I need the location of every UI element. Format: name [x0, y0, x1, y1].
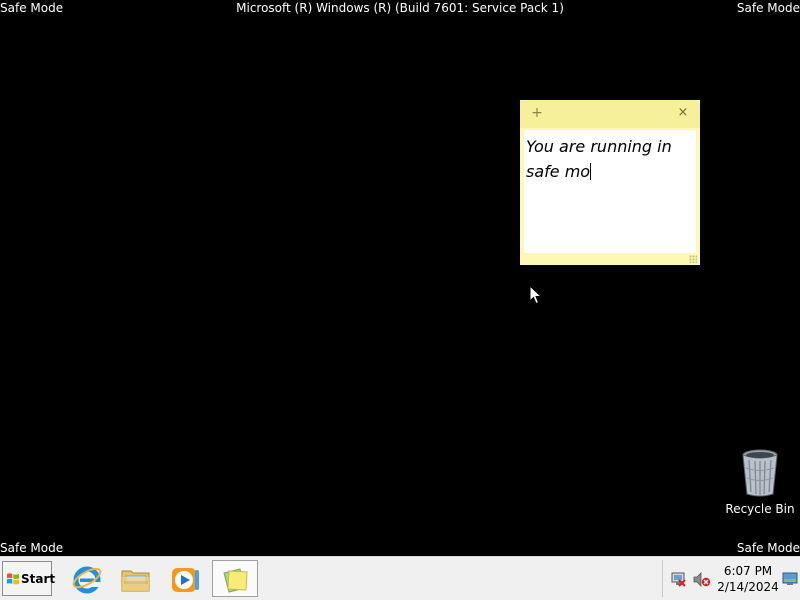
mouse-pointer-icon — [529, 285, 543, 305]
start-button[interactable]: Start — [2, 561, 56, 596]
start-label: Start — [21, 572, 56, 586]
resize-grip-icon[interactable] — [689, 255, 697, 263]
taskbar-internet-explorer-button[interactable] — [64, 560, 110, 597]
text-caret — [590, 163, 592, 180]
show-desktop-icon[interactable] — [782, 572, 798, 586]
network-disconnected-icon[interactable] — [669, 572, 687, 588]
taskbar-media-player-button[interactable] — [162, 560, 208, 597]
media-player-icon — [172, 568, 199, 592]
windows-logo-icon — [7, 573, 19, 585]
taskbar-sticky-notes-button[interactable] — [212, 560, 258, 597]
folder-icon — [121, 570, 150, 592]
desktop: Safe Mode Microsoft (R) Windows (R) (Bui… — [0, 0, 800, 600]
safe-mode-label-bottom-left: Safe Mode — [0, 541, 64, 555]
recycle-bin-label: Recycle Bin — [725, 502, 795, 516]
recycle-bin-icon — [742, 449, 778, 497]
internet-explorer-icon — [72, 566, 102, 594]
close-icon[interactable]: × — [676, 105, 690, 121]
volume-muted-icon[interactable] — [693, 572, 711, 588]
clock[interactable]: 6:07 PM 2/14/2024 — [717, 563, 779, 595]
sticky-notes-icon — [223, 568, 248, 593]
sticky-note-window[interactable]: + × You are running in safe mo — [520, 100, 700, 265]
recycle-bin-shortcut[interactable]: Recycle Bin — [722, 448, 798, 520]
clock-date: 2/14/2024 — [717, 580, 779, 594]
taskbar: Start 6:07 PM 2/14/2024 — [0, 556, 800, 600]
safe-mode-label-bottom-right: Safe Mode — [736, 541, 800, 555]
sticky-note-text: You are running in safe mo — [526, 137, 672, 181]
sticky-note-header[interactable]: + × — [520, 100, 700, 128]
sticky-note-text-area[interactable]: You are running in safe mo — [524, 130, 696, 253]
build-info-text: Microsoft (R) Windows (R) (Build 7601: S… — [236, 1, 564, 15]
safe-mode-label-top-right: Safe Mode — [736, 1, 800, 15]
clock-time: 6:07 PM — [723, 564, 773, 578]
taskbar-windows-explorer-button[interactable] — [113, 560, 159, 597]
system-tray: 6:07 PM 2/14/2024 — [662, 560, 799, 597]
plus-icon[interactable]: + — [530, 105, 544, 121]
